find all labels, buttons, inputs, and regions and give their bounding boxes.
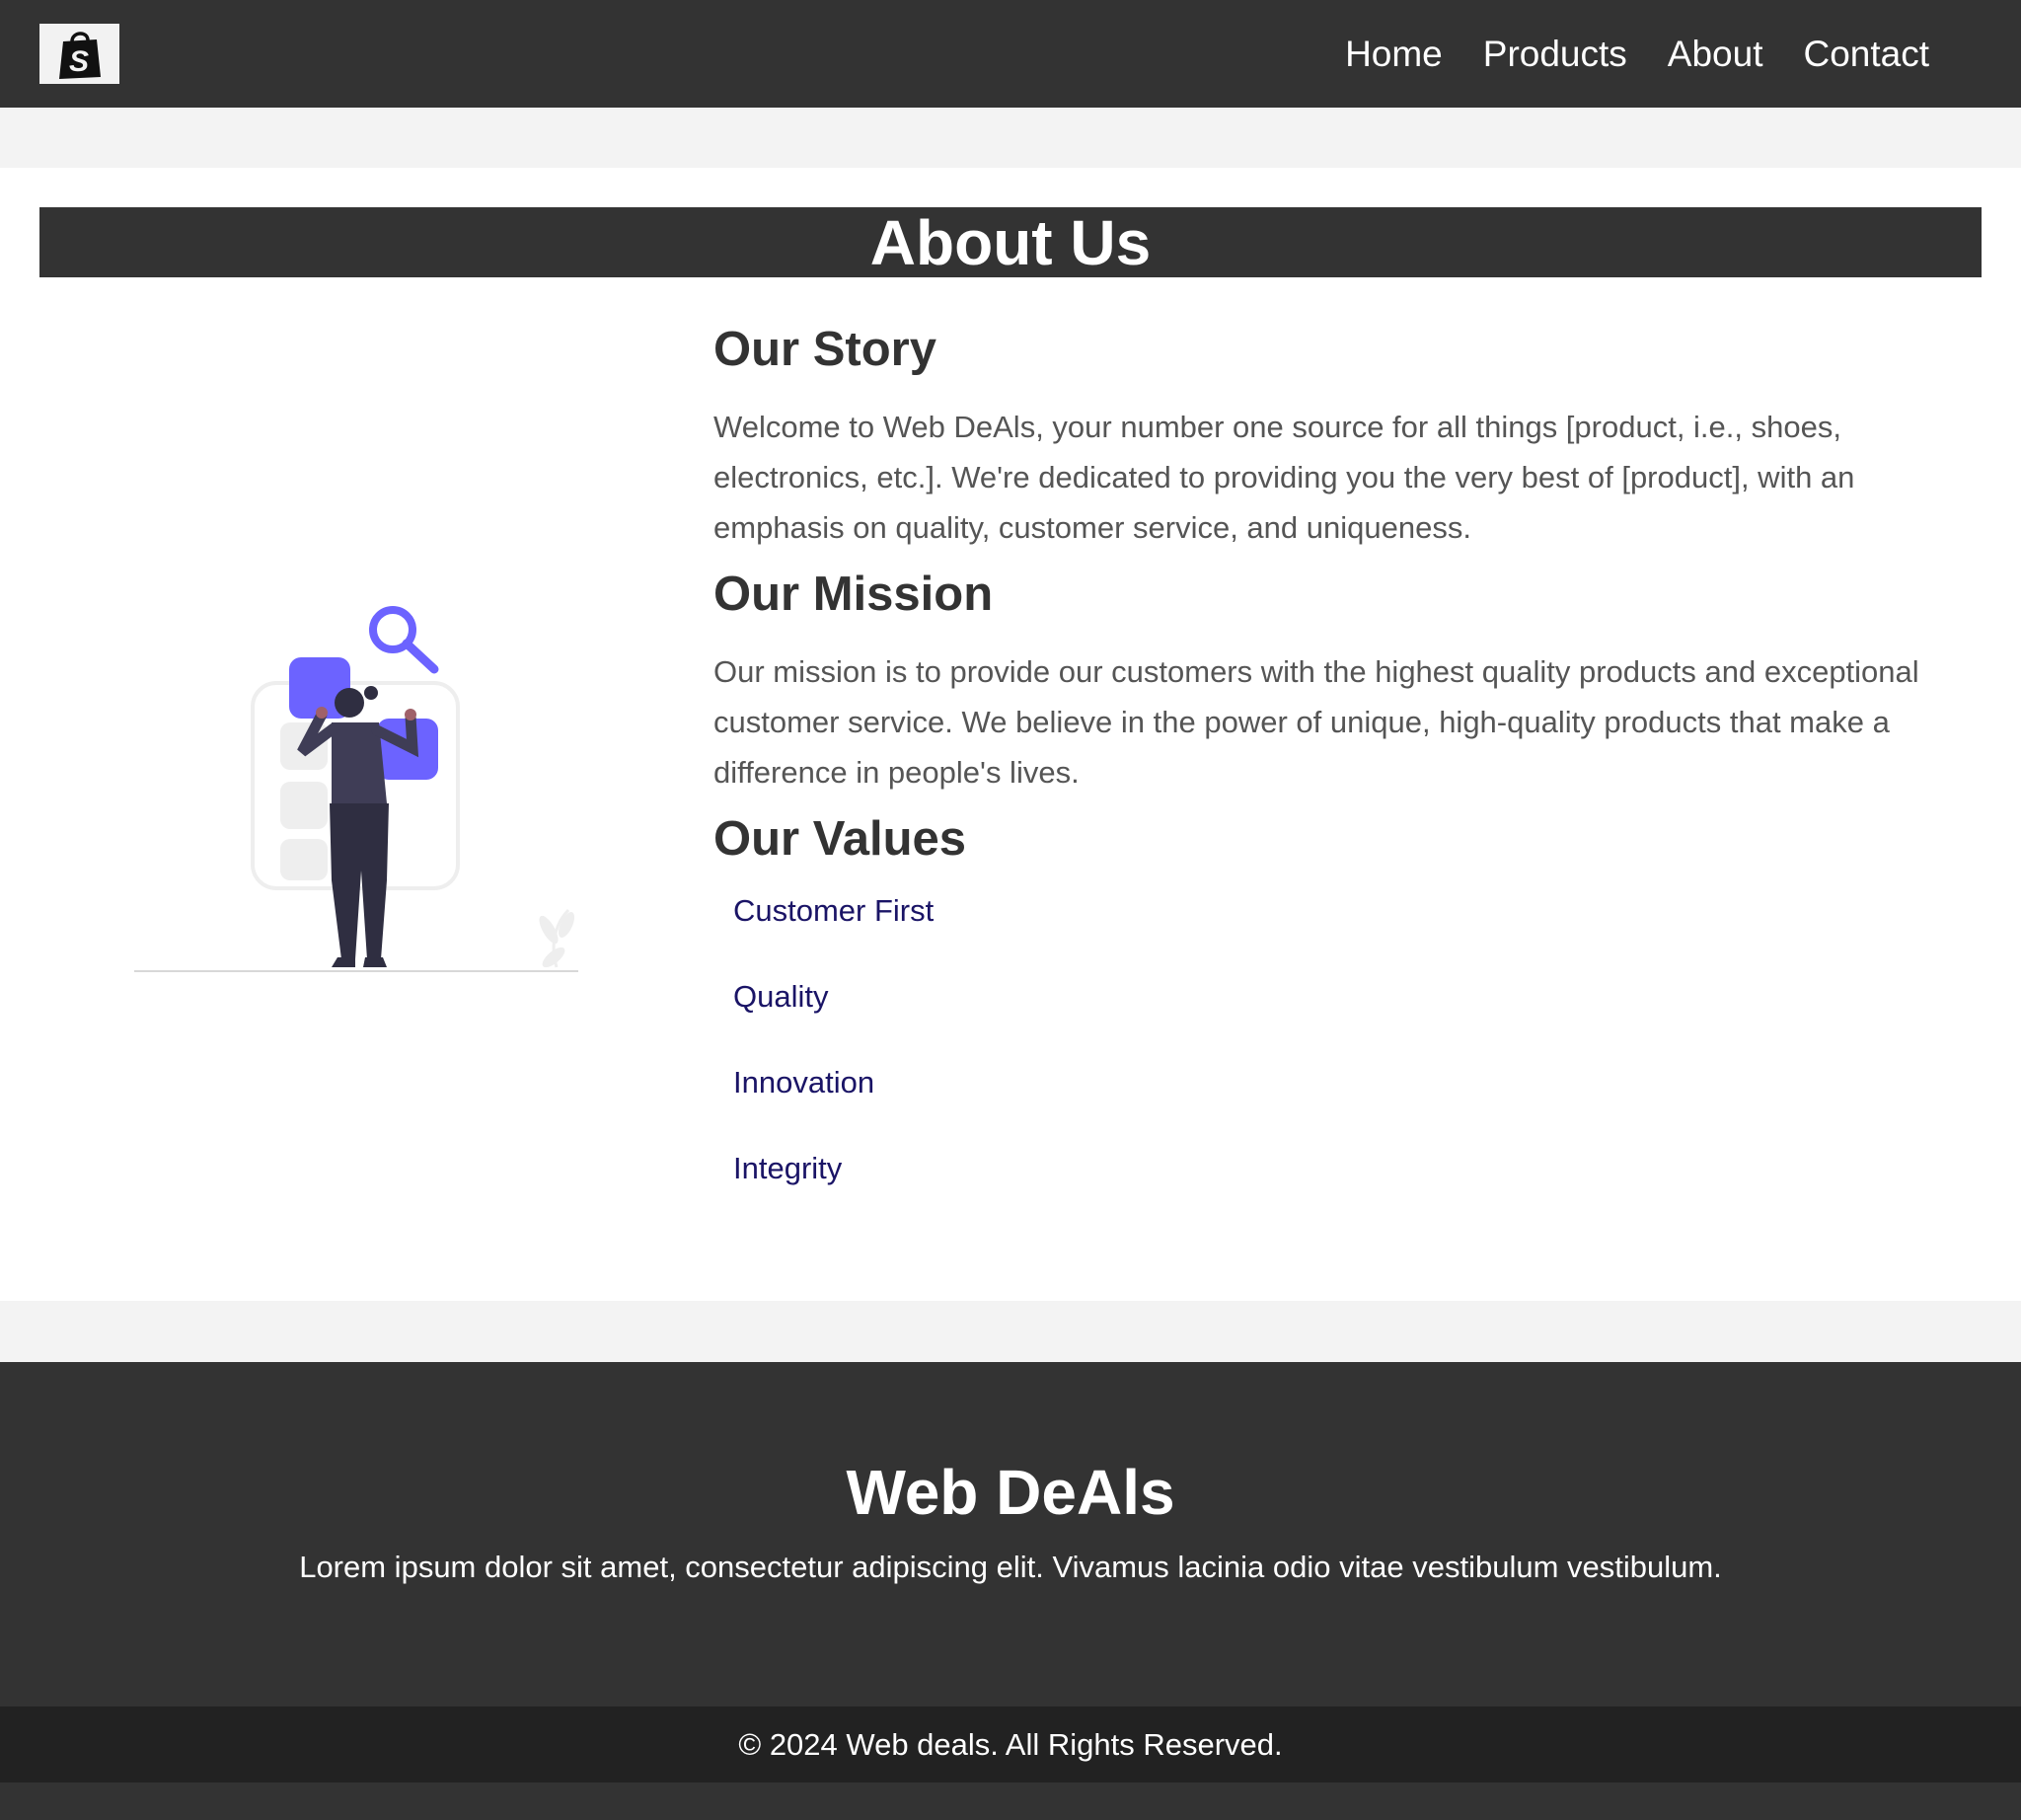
site-logo[interactable]: S — [39, 24, 119, 84]
spacer-top — [0, 108, 2021, 168]
mission-text: Our mission is to provide our customers … — [713, 654, 1919, 790]
main-nav: Home Products About Contact — [1345, 36, 1929, 72]
page: S Home Products About Contact About Us O… — [0, 0, 2021, 1820]
spacer-bottom — [0, 1301, 2021, 1362]
footer-text: Lorem ipsum dolor sit amet, consectetur … — [299, 1550, 1722, 1584]
list-item: Integrity — [733, 1151, 843, 1185]
about-section: About Us Our Story Welcome to Web DeAls,… — [0, 168, 2021, 1301]
story-heading: Our Story — [713, 323, 936, 376]
nav-home-link[interactable]: Home — [1345, 36, 1443, 72]
nav-about-link[interactable]: About — [1668, 36, 1763, 72]
list-item: Customer First — [733, 893, 935, 928]
page-bottom — [0, 1782, 2021, 1820]
copyright-bar: © 2024 Web deals. All Rights Reserved. — [0, 1706, 2021, 1782]
values-list: Customer First Quality Innovation Integr… — [733, 895, 934, 1239]
mission-heading: Our Mission — [713, 568, 994, 621]
svg-text:S: S — [68, 45, 88, 78]
shopping-bag-icon: S — [58, 31, 101, 79]
footer-brand: Web DeAls — [846, 1457, 1175, 1528]
site-footer: Web DeAls Lorem ipsum dolor sit amet, co… — [0, 1362, 2021, 1706]
list-item: Quality — [733, 979, 829, 1014]
values-heading: Our Values — [713, 812, 967, 866]
list-item: Innovation — [733, 1065, 875, 1100]
person-with-apps-illustration — [134, 606, 578, 972]
about-title-bar: About Us — [39, 207, 1982, 277]
top-navbar: S Home Products About Contact — [0, 0, 2021, 108]
page-title: About Us — [869, 206, 1152, 278]
copyright-text: © 2024 Web deals. All Rights Reserved. — [738, 1726, 1283, 1762]
nav-products-link[interactable]: Products — [1483, 36, 1627, 72]
story-text: Welcome to Web DeAls, your number one so… — [713, 410, 1855, 545]
nav-contact-link[interactable]: Contact — [1803, 36, 1929, 72]
